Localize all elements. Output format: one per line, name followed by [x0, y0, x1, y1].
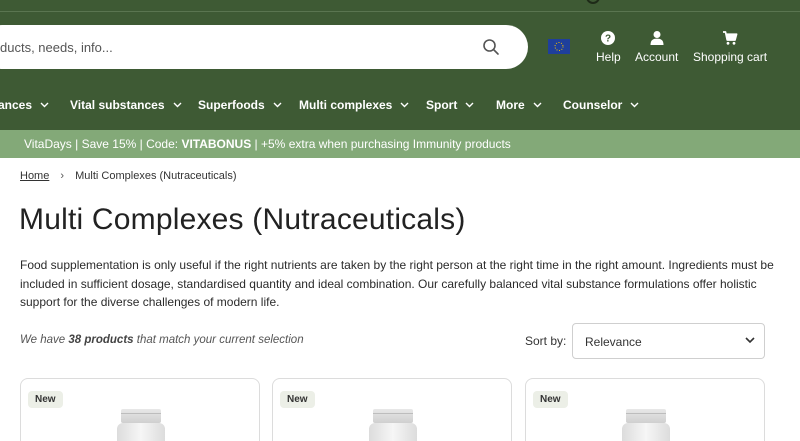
product-image: [369, 409, 417, 441]
site-header: ? Help Account Shopping cart ances Vital…: [0, 0, 800, 130]
chevron-down-icon: [745, 337, 755, 344]
count-value: 38 products: [68, 334, 134, 346]
product-image: [117, 409, 165, 441]
nav-item-counselor[interactable]: Counselor: [563, 98, 639, 112]
search-input[interactable]: [0, 25, 460, 69]
product-card[interactable]: New: [272, 378, 512, 441]
search-icon[interactable]: [482, 38, 500, 56]
chevron-right-icon: ›: [60, 170, 65, 182]
nav-item-substances[interactable]: ances: [0, 98, 49, 112]
nav-item-label: Superfoods: [198, 98, 265, 112]
nav-item-label: Counselor: [563, 98, 623, 112]
nav-item-sport[interactable]: Sport: [426, 98, 474, 112]
main-navigation: ances Vital substances Superfoods Multi …: [0, 88, 800, 124]
breadcrumb-current: Multi Complexes (Nutraceuticals): [75, 170, 237, 182]
partial-top-icon: [586, 0, 600, 4]
shopping-cart-button[interactable]: Shopping cart: [693, 30, 767, 64]
nav-item-vital-substances[interactable]: Vital substances: [70, 98, 182, 112]
nav-item-label: More: [496, 98, 525, 112]
chevron-down-icon: [630, 102, 639, 108]
nav-item-label: Multi complexes: [299, 98, 393, 112]
chevron-down-icon: [400, 102, 409, 108]
eu-flag-icon[interactable]: [548, 39, 570, 54]
help-circle-icon: ?: [601, 31, 616, 45]
product-card[interactable]: New: [525, 378, 765, 441]
promo-prefix: VitaDays | Save 15% | Code:: [24, 137, 182, 151]
svg-text:?: ?: [605, 34, 611, 45]
nav-item-label: Sport: [426, 98, 458, 112]
account-label: Account: [635, 50, 679, 64]
chevron-down-icon: [40, 102, 49, 108]
sort-select[interactable]: Relevance: [572, 323, 765, 359]
header-divider: [0, 11, 800, 12]
breadcrumb-home-link[interactable]: Home: [20, 170, 49, 182]
count-suffix: that match your current selection: [133, 334, 304, 346]
category-description: Food supplementation is only useful if t…: [20, 258, 774, 309]
product-card[interactable]: New: [20, 378, 260, 441]
shopping-cart-label: Shopping cart: [693, 50, 768, 64]
nav-item-superfoods[interactable]: Superfoods: [198, 98, 282, 112]
promo-banner[interactable]: VitaDays | Save 15% | Code: VITABONUS | …: [0, 130, 800, 158]
breadcrumb: Home › Multi Complexes (Nutraceuticals): [20, 170, 237, 182]
count-prefix: We have: [20, 334, 69, 346]
chevron-down-icon: [273, 102, 282, 108]
help-label: Help: [596, 50, 621, 64]
product-image: [622, 409, 670, 441]
search-bar[interactable]: [0, 25, 528, 69]
new-badge: New: [280, 391, 315, 408]
new-badge: New: [28, 391, 63, 408]
chevron-down-icon: [465, 102, 474, 108]
help-button[interactable]: ? Help: [596, 30, 621, 64]
nav-item-label: ances: [0, 98, 33, 112]
sort-label: Sort by:: [525, 334, 567, 348]
nav-item-label: Vital substances: [70, 98, 165, 112]
user-icon: [650, 31, 664, 45]
account-button[interactable]: Account: [635, 30, 678, 64]
product-count-text: We have 38 products that match your curr…: [20, 334, 304, 346]
nav-item-more[interactable]: More: [496, 98, 542, 112]
cart-icon: [723, 31, 738, 45]
sort-selected-value: Relevance: [585, 335, 642, 349]
promo-suffix: | +5% extra when purchasing Immunity pro…: [251, 137, 511, 151]
chevron-down-icon: [533, 102, 542, 108]
page-title: Multi Complexes (Nutraceuticals): [19, 203, 466, 236]
nav-item-multi-complexes[interactable]: Multi complexes: [299, 98, 409, 112]
promo-code: VITABONUS: [181, 137, 252, 151]
chevron-down-icon: [173, 102, 181, 108]
new-badge: New: [533, 391, 568, 408]
